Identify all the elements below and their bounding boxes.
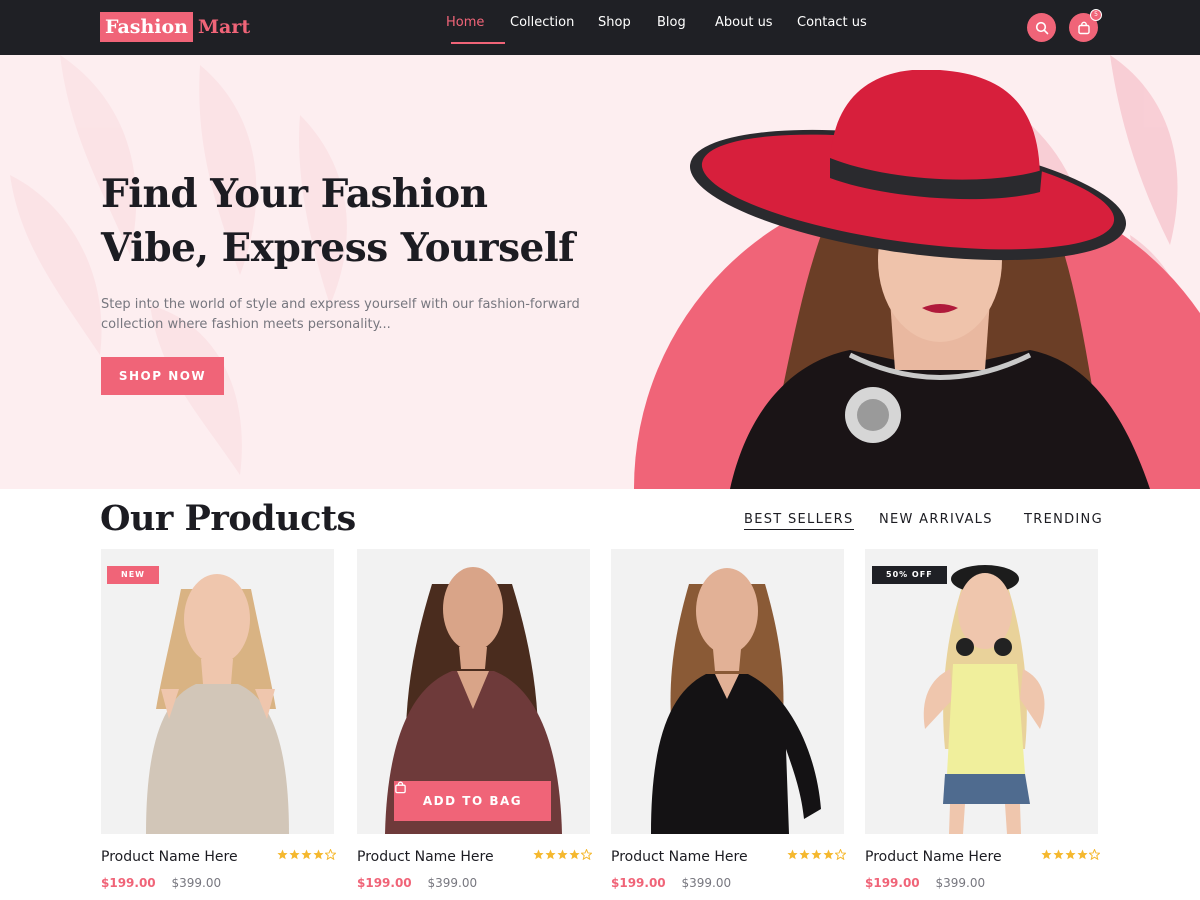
search-button[interactable]	[1027, 13, 1056, 42]
nav-home[interactable]: Home	[446, 14, 510, 44]
logo-fashion[interactable]: Fashion	[100, 12, 193, 42]
product-rating	[277, 849, 336, 860]
star-outline-icon	[1089, 849, 1100, 860]
top-navbar: Fashion Mart Home Collection Shop Blog A…	[0, 0, 1200, 55]
nav-blog[interactable]: Blog	[657, 14, 715, 32]
product-rating	[787, 849, 846, 860]
search-icon	[1035, 21, 1048, 34]
product-card[interactable]: ADD TO BAG Product Name Here $199.00 $39…	[357, 549, 592, 890]
main-menu: Home Collection Shop Blog About us Conta…	[446, 14, 877, 44]
nav-about-us[interactable]: About us	[715, 14, 797, 32]
star-icon	[313, 849, 324, 860]
product-card[interactable]: NEW Product Name Here $199.00 $399.00	[101, 549, 336, 890]
products-heading: Our Products	[100, 498, 356, 539]
hero-heading-line-1: Find Your Fashion	[101, 171, 488, 217]
hero-heading: Find Your Fashion Vibe, Express Yourself	[101, 167, 621, 275]
add-to-bag-label: ADD TO BAG	[422, 794, 523, 808]
star-icon	[1065, 849, 1076, 860]
filter-best-sellers[interactable]: BEST SELLERS	[744, 511, 854, 530]
product-photo	[146, 574, 289, 834]
sale-price: $199.00	[101, 876, 156, 890]
sale-price: $199.00	[357, 876, 412, 890]
cart-button[interactable]: 5	[1069, 9, 1102, 42]
product-price: $199.00 $399.00	[357, 875, 477, 891]
star-icon	[301, 849, 312, 860]
star-icon	[533, 849, 544, 860]
product-image[interactable]: NEW	[101, 549, 334, 834]
star-icon	[1077, 849, 1088, 860]
sale-price: $199.00	[611, 876, 666, 890]
star-outline-icon	[581, 849, 592, 860]
hero-banner: Find Your Fashion Vibe, Express Yourself…	[0, 55, 1200, 489]
product-card[interactable]: 50% OFF Product Name Here $199.00 $399.0…	[865, 549, 1100, 890]
logo-mart[interactable]: Mart	[198, 12, 250, 42]
star-icon	[1053, 849, 1064, 860]
nav-shop[interactable]: Shop	[598, 14, 657, 32]
star-icon	[787, 849, 798, 860]
star-icon	[799, 849, 810, 860]
hero-model-image	[690, 70, 1150, 489]
star-icon	[823, 849, 834, 860]
original-price: $399.00	[171, 876, 222, 890]
product-badge-new: NEW	[107, 566, 159, 584]
product-price: $199.00 $399.00	[101, 875, 221, 891]
star-icon	[811, 849, 822, 860]
product-image[interactable]: ADD TO BAG	[357, 549, 590, 834]
product-card[interactable]: Product Name Here $199.00 $399.00	[611, 549, 846, 890]
cart-count-badge: 5	[1090, 9, 1102, 21]
hero-subtitle: Step into the world of style and express…	[101, 295, 591, 335]
product-rating	[1041, 849, 1100, 860]
product-name[interactable]: Product Name Here	[611, 848, 748, 866]
shop-now-button[interactable]: SHOP NOW	[101, 357, 224, 395]
product-name[interactable]: Product Name Here	[357, 848, 494, 866]
product-image[interactable]	[611, 549, 844, 834]
product-rating	[533, 849, 592, 860]
product-photo	[651, 568, 821, 834]
original-price: $399.00	[427, 876, 478, 890]
hero-subtitle-line-1: Step into the world of style and express…	[101, 297, 580, 312]
nav-contact-us[interactable]: Contact us	[797, 14, 877, 32]
filter-trending[interactable]: TRENDING	[1024, 511, 1103, 529]
star-icon	[277, 849, 288, 860]
original-price: $399.00	[681, 876, 732, 890]
star-icon	[545, 849, 556, 860]
product-name[interactable]: Product Name Here	[101, 848, 238, 866]
star-icon	[569, 849, 580, 860]
star-outline-icon	[325, 849, 336, 860]
product-price: $199.00 $399.00	[865, 875, 985, 891]
product-name[interactable]: Product Name Here	[865, 848, 1002, 866]
star-icon	[289, 849, 300, 860]
star-icon	[1041, 849, 1052, 860]
shopping-bag-icon	[395, 781, 406, 794]
product-price: $199.00 $399.00	[611, 875, 731, 891]
product-badge-sale: 50% OFF	[872, 566, 947, 584]
nav-collection[interactable]: Collection	[510, 14, 598, 32]
product-image[interactable]: 50% OFF	[865, 549, 1098, 834]
star-outline-icon	[835, 849, 846, 860]
star-icon	[557, 849, 568, 860]
hero-heading-line-2: Vibe, Express Yourself	[101, 225, 575, 271]
product-photo	[923, 565, 1045, 834]
shopping-bag-icon	[1077, 21, 1090, 34]
sale-price: $199.00	[865, 876, 920, 890]
filter-new-arrivals[interactable]: NEW ARRIVALS	[879, 511, 993, 529]
add-to-bag-button[interactable]: ADD TO BAG	[394, 781, 551, 821]
hero-subtitle-line-2: collection where fashion meets personali…	[101, 317, 391, 332]
original-price: $399.00	[935, 876, 986, 890]
